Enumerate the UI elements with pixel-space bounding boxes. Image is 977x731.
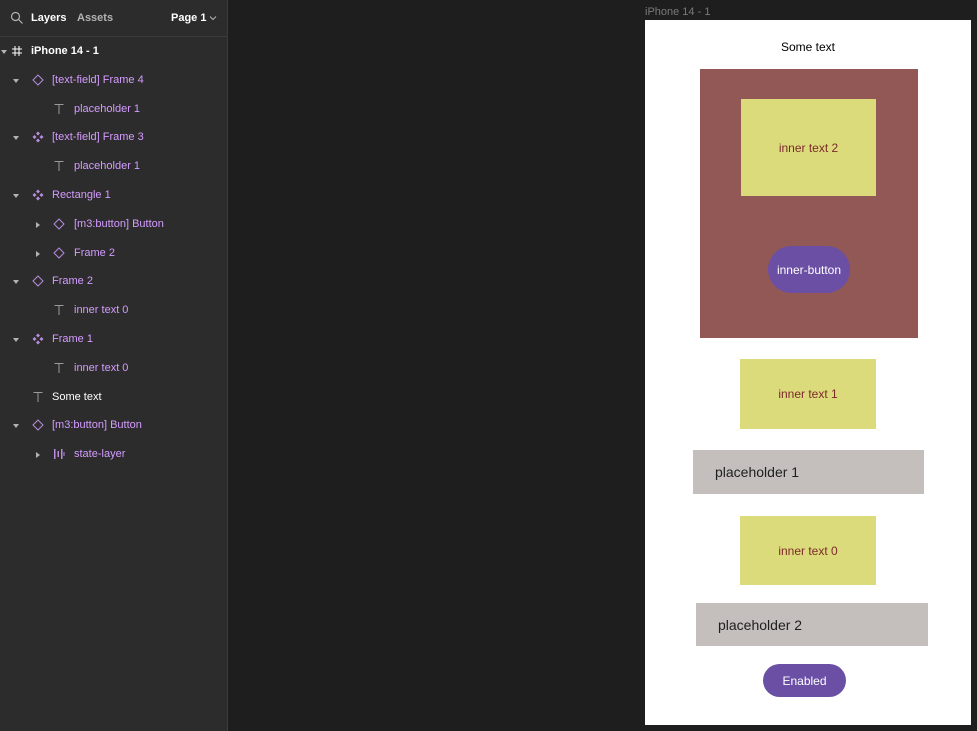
search-icon[interactable] xyxy=(10,11,24,25)
inner-text-0: inner text 0 xyxy=(778,543,838,558)
text-icon xyxy=(33,392,43,402)
inner-button[interactable]: inner-button xyxy=(768,246,850,293)
iphone-frame[interactable]: Some text inner text 2 inner-button inne… xyxy=(645,20,971,725)
caret-down-icon[interactable] xyxy=(12,192,20,200)
placeholder-1: placeholder 1 xyxy=(715,464,800,480)
layer-text-field-frame-3[interactable]: [text-field] Frame 3 xyxy=(0,123,227,151)
layers-panel: Layers Assets Page 1 iPhone 14 - 1 [text… xyxy=(0,0,228,731)
layer-m3-button-root[interactable]: [m3:button] Button xyxy=(0,411,227,439)
caret-down-icon[interactable] xyxy=(12,77,20,85)
text-icon xyxy=(54,161,64,171)
caret-down-icon[interactable] xyxy=(0,48,8,56)
component-instance-icon xyxy=(53,247,65,259)
caret-down-icon[interactable] xyxy=(12,278,20,286)
layer-label: inner text 0 xyxy=(74,304,129,316)
text-icon xyxy=(54,104,64,114)
inner-text-1: inner text 1 xyxy=(778,387,838,401)
layer-label: state-layer xyxy=(74,448,126,460)
layer-label: Some text xyxy=(52,391,102,403)
layer-label: Frame 1 xyxy=(52,333,93,345)
layer-placeholder-1[interactable]: placeholder 1 xyxy=(0,152,227,180)
component-instance-icon xyxy=(32,74,44,86)
enabled-button-label: Enabled xyxy=(782,673,827,688)
text-icon xyxy=(54,363,64,373)
layer-frame-2-nested[interactable]: Frame 2 xyxy=(0,239,227,267)
layer-rectangle-1[interactable]: Rectangle 1 xyxy=(0,181,227,209)
panel-header: Layers Assets Page 1 xyxy=(0,0,227,37)
layer-placeholder-1[interactable]: placeholder 1 xyxy=(0,95,227,123)
caret-right-icon[interactable] xyxy=(34,250,42,258)
inner-button-label: inner-button xyxy=(776,262,842,277)
layer-frame-2[interactable]: Frame 2 xyxy=(0,267,227,295)
layer-some-text[interactable]: Some text xyxy=(0,383,227,411)
inner-text-0-box[interactable]: inner text 0 xyxy=(740,516,876,585)
component-instance-icon xyxy=(32,275,44,287)
layer-label: [m3:button] Button xyxy=(74,218,164,230)
component-icon xyxy=(32,189,44,201)
layer-frame-1[interactable]: Frame 1 xyxy=(0,325,227,353)
component-icon xyxy=(32,333,44,345)
enabled-button[interactable]: Enabled xyxy=(763,664,846,697)
caret-right-icon[interactable] xyxy=(34,221,42,229)
tab-layers[interactable]: Layers xyxy=(31,12,66,24)
frame-hash-icon xyxy=(12,46,22,56)
layer-label: placeholder 1 xyxy=(74,160,141,172)
inner-text-2-box[interactable]: inner text 2 xyxy=(741,99,876,196)
caret-down-icon[interactable] xyxy=(12,336,20,344)
layer-label: Frame 2 xyxy=(52,275,93,287)
auto-layout-icon xyxy=(54,449,65,459)
tab-assets[interactable]: Assets xyxy=(77,12,113,24)
text-field-2[interactable]: placeholder 2 xyxy=(696,603,928,646)
layer-inner-text-0[interactable]: inner text 0 xyxy=(0,296,227,324)
caret-down-icon[interactable] xyxy=(12,422,20,430)
some-text[interactable]: Some text xyxy=(645,40,971,54)
layer-label: Rectangle 1 xyxy=(52,189,111,201)
page-selector[interactable]: Page 1 xyxy=(171,12,217,24)
layer-label: iPhone 14 - 1 xyxy=(31,45,99,57)
inner-text-2: inner text 2 xyxy=(778,140,839,155)
page-selector-label: Page 1 xyxy=(171,12,207,24)
layer-iphone-14-1[interactable]: iPhone 14 - 1 xyxy=(0,37,227,65)
component-instance-icon xyxy=(32,419,44,431)
chevron-down-icon xyxy=(210,16,217,21)
layer-label: [text-field] Frame 4 xyxy=(52,74,144,86)
layer-state-layer[interactable]: state-layer xyxy=(0,440,227,468)
text-icon xyxy=(54,305,64,315)
layer-label: [text-field] Frame 3 xyxy=(52,131,144,143)
layer-label: [m3:button] Button xyxy=(52,419,142,431)
layer-label: Frame 2 xyxy=(74,247,115,259)
inner-text-1-box[interactable]: inner text 1 xyxy=(740,359,876,429)
component-instance-icon xyxy=(53,218,65,230)
layer-inner-text-0[interactable]: inner text 0 xyxy=(0,354,227,382)
frame-title[interactable]: iPhone 14 - 1 xyxy=(645,6,710,18)
text-field-1[interactable]: placeholder 1 xyxy=(693,450,924,494)
layer-label: inner text 0 xyxy=(74,362,129,374)
placeholder-2: placeholder 2 xyxy=(718,616,803,633)
layer-m3-button[interactable]: [m3:button] Button xyxy=(0,210,227,238)
caret-right-icon[interactable] xyxy=(34,451,42,459)
caret-down-icon[interactable] xyxy=(12,134,20,142)
layer-text-field-frame-4[interactable]: [text-field] Frame 4 xyxy=(0,66,227,94)
layer-label: placeholder 1 xyxy=(74,103,141,115)
component-icon xyxy=(32,131,44,143)
